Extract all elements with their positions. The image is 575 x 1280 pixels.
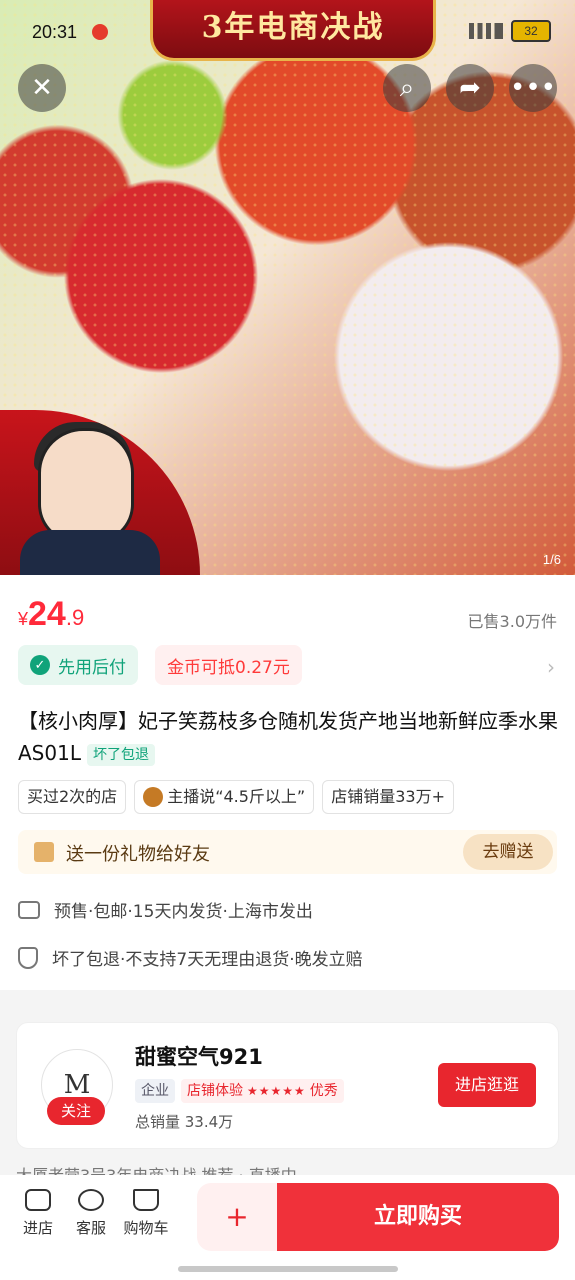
image-counter: 1/6 — [542, 552, 561, 567]
enter-shop-button[interactable]: 进店逛逛 — [438, 1063, 536, 1107]
experience-label: 店铺体验 — [187, 1083, 243, 1099]
check-icon: ✓ — [30, 655, 50, 675]
gift-icon — [34, 842, 54, 862]
store-icon — [25, 1189, 51, 1211]
guarantee-text: 坏了包退·不支持7天无理由退货·晚发立赔 — [52, 950, 363, 970]
nav-service[interactable]: 客服 — [63, 1189, 119, 1238]
home-indicator[interactable] — [178, 1266, 398, 1272]
chat-icon — [78, 1189, 104, 1211]
signal-icon — [469, 23, 503, 39]
search-button[interactable]: ⌕ — [383, 64, 431, 112]
cart-icon — [133, 1189, 159, 1211]
nav-store[interactable]: 进店 — [10, 1189, 66, 1238]
more-icon: ••• — [509, 73, 556, 103]
shop-badges: 企业 店铺体验 ★★★★★ 优秀 — [135, 1079, 344, 1103]
pill-label: 主播说“4.5斤以上” — [167, 787, 306, 806]
sold-count: 已售3.0万件 — [467, 612, 557, 631]
gift-button[interactable]: 去赠送 — [463, 834, 553, 870]
title-guarantee-tag: 坏了包退 — [86, 743, 155, 766]
battery-icon: 32 — [511, 20, 551, 42]
status-right: 32 — [469, 20, 551, 42]
follow-button[interactable]: 关注 — [47, 1097, 105, 1125]
star-rating-icon: ★★★★★ — [247, 1084, 306, 1098]
host-face — [38, 428, 134, 544]
pay-later-chip[interactable]: ✓ 先用后付 — [18, 645, 138, 685]
nav-cart[interactable]: 购物车 — [118, 1189, 174, 1238]
enterprise-badge: 企业 — [135, 1079, 175, 1103]
price-integer: 24 — [28, 595, 66, 633]
truck-icon — [18, 900, 40, 919]
host-avatar-icon — [143, 787, 164, 807]
experience-level: 优秀 — [309, 1083, 338, 1099]
pill-label: 买过2次的店 — [27, 787, 118, 806]
add-cart-icon: + — [225, 1200, 249, 1233]
shipping-row[interactable]: 预售·包邮·15天内发货·上海市发出 — [18, 897, 313, 922]
gift-bar: 送一份礼物给好友 去赠送 — [18, 830, 557, 874]
nav-service-label: 客服 — [75, 1219, 106, 1237]
close-button[interactable]: ✕ — [18, 64, 66, 112]
product-title: 【核小肉厚】妃子笑荔枝多仓随机发货产地当地新鲜应季水果AS01L 坏了包退 — [18, 705, 558, 769]
status-bar: 20:31 32 — [0, 0, 575, 58]
pill-label: 店铺销量33万+ — [331, 787, 445, 806]
nav-cart-label: 购物车 — [123, 1219, 169, 1237]
chevron-right-icon[interactable]: › — [547, 655, 555, 679]
gift-text: 送一份礼物给好友 — [66, 844, 210, 865]
experience-badge: 店铺体验 ★★★★★ 优秀 — [181, 1079, 344, 1103]
shop-name: 甜蜜空气921 — [135, 1045, 263, 1069]
highlight-pills: 买过2次的店 主播说“4.5斤以上” 店铺销量33万+ — [18, 780, 454, 814]
guarantee-row[interactable]: 坏了包退·不支持7天无理由退货·晚发立赔 — [18, 945, 363, 970]
shop-card[interactable]: M 关注 甜蜜空气921 企业 店铺体验 ★★★★★ 优秀 总销量 33.4万 … — [16, 1022, 559, 1149]
status-time: 20:31 — [32, 22, 78, 42]
shield-icon — [18, 946, 38, 969]
pay-later-label: 先用后付 — [58, 657, 126, 678]
buy-now-button[interactable]: 立即购买 — [277, 1183, 559, 1251]
shop-sales: 总销量 33.4万 — [135, 1113, 234, 1131]
weibo-icon — [92, 24, 108, 40]
coin-deduct-label: 金币可抵0.27元 — [167, 657, 290, 678]
pill-store-sales[interactable]: 店铺销量33万+ — [322, 780, 454, 814]
nav-store-label: 进店 — [22, 1219, 53, 1237]
share-icon: ➦ — [459, 73, 481, 103]
more-button[interactable]: ••• — [509, 64, 557, 112]
coin-deduct-chip[interactable]: 金币可抵0.27元 — [155, 645, 302, 685]
add-to-cart-button[interactable]: + — [197, 1183, 277, 1251]
pill-bought-before[interactable]: 买过2次的店 — [18, 780, 127, 814]
price: ¥24.9 — [18, 595, 84, 634]
price-symbol: ¥ — [18, 609, 29, 629]
bottom-bar: 进店 客服 购物车 + 立即购买 — [0, 1175, 575, 1280]
shipping-text: 预售·包邮·15天内发货·上海市发出 — [54, 902, 313, 922]
pill-host-says[interactable]: 主播说“4.5斤以上” — [134, 780, 315, 814]
price-decimal: .9 — [65, 605, 85, 630]
host-suit — [20, 530, 160, 575]
search-icon: ⌕ — [399, 72, 415, 103]
close-icon: ✕ — [31, 73, 53, 103]
share-button[interactable]: ➦ — [446, 64, 494, 112]
